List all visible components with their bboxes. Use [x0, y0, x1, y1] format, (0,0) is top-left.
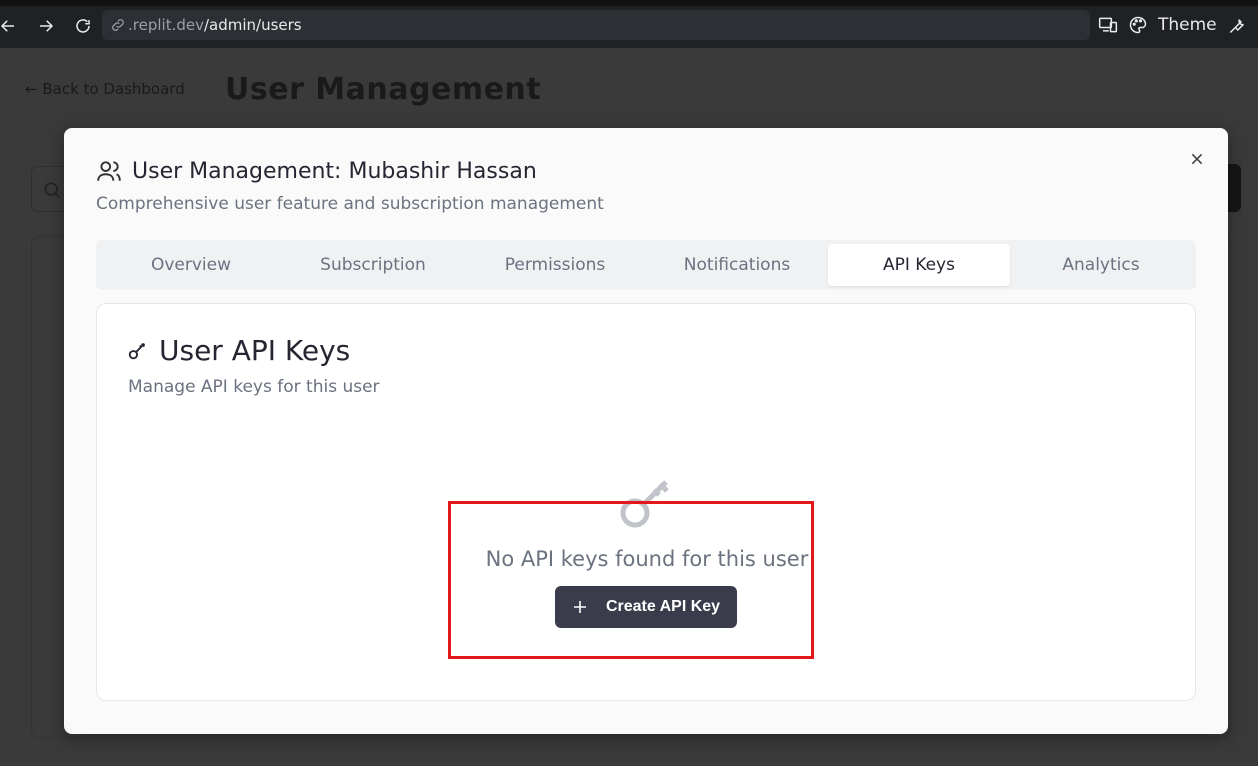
link-icon: [112, 19, 124, 31]
devices-icon[interactable]: [1098, 15, 1118, 35]
tab-analytics[interactable]: Analytics: [1010, 244, 1192, 286]
key-icon: [128, 342, 146, 359]
address-bar[interactable]: .replit.dev/admin/users: [102, 10, 1090, 40]
tab-list: Overview Subscription Permissions Notifi…: [96, 240, 1196, 290]
users-icon: [97, 161, 121, 181]
card-description: Manage API keys for this user: [128, 377, 380, 397]
tab-api-keys[interactable]: API Keys: [828, 244, 1010, 286]
close-icon: [1191, 153, 1203, 165]
back-arrow-icon[interactable]: [0, 14, 20, 38]
forward-arrow-icon[interactable]: [34, 14, 58, 38]
url-path: /admin/users: [203, 16, 302, 34]
back-to-dashboard-link[interactable]: ← Back to Dashboard: [25, 80, 185, 98]
tab-overview[interactable]: Overview: [100, 244, 282, 286]
card-header: User API Keys: [127, 334, 350, 367]
browser-toolbar: .replit.dev/admin/users Theme: [0, 0, 1258, 48]
tab-notifications[interactable]: Notifications: [646, 244, 828, 286]
tab-subscription[interactable]: Subscription: [282, 244, 464, 286]
highlight-box: [448, 501, 814, 659]
dialog-description: Comprehensive user feature and subscript…: [96, 194, 604, 214]
close-button[interactable]: [1186, 148, 1208, 170]
tab-permissions[interactable]: Permissions: [464, 244, 646, 286]
card-title: User API Keys: [159, 334, 351, 367]
reload-icon[interactable]: [71, 14, 95, 38]
palette-icon[interactable]: [1128, 15, 1148, 35]
dialog-header: User Management: Mubashir Hassan: [96, 158, 537, 184]
page-title: User Management: [225, 72, 542, 107]
theme-button[interactable]: Theme: [1158, 15, 1217, 35]
url-domain: .replit.dev: [128, 16, 204, 34]
wrench-icon[interactable]: [1227, 15, 1247, 35]
dialog-title: User Management: Mubashir Hassan: [132, 158, 537, 184]
search-icon: [44, 182, 61, 199]
